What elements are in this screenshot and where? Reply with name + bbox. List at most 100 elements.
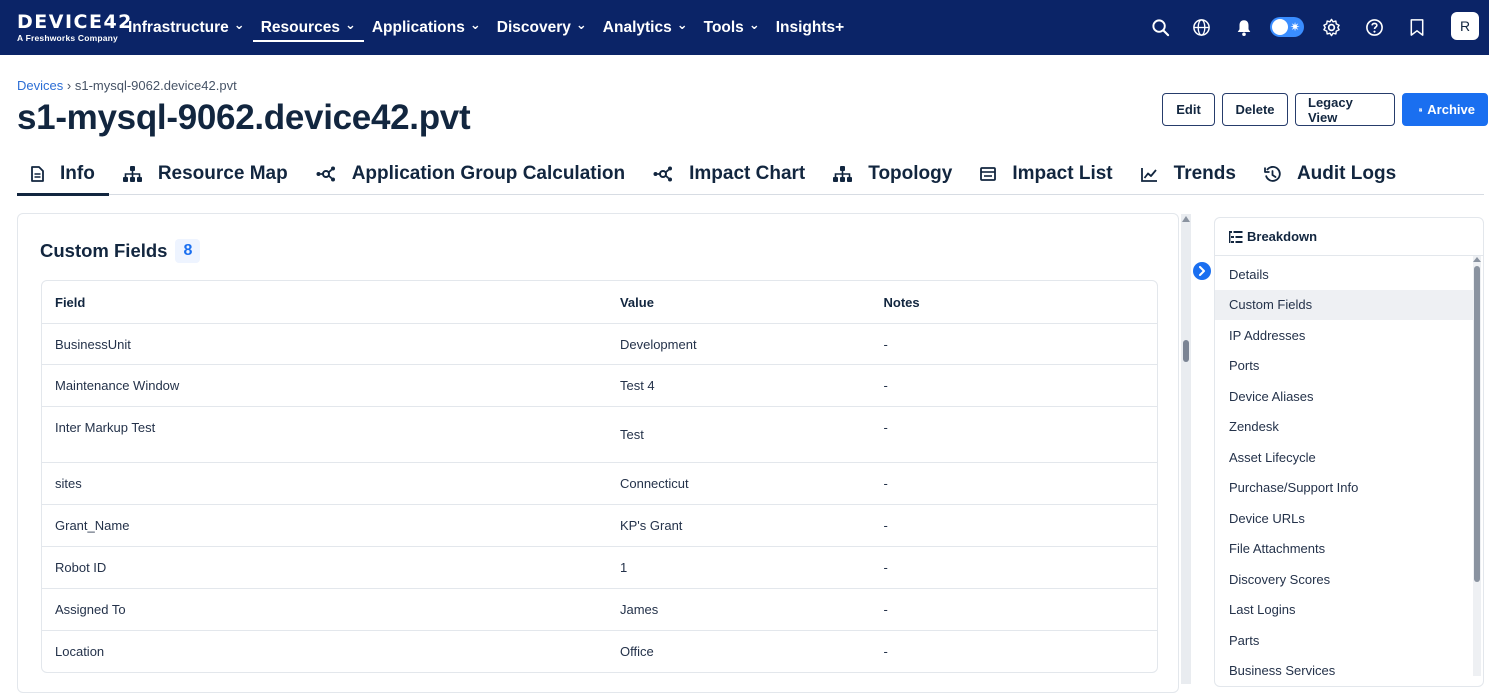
- tab-label: Topology: [868, 163, 952, 185]
- help-icon[interactable]: [1363, 16, 1385, 38]
- main-menu: Infrastructure⌄Resources⌄Applications⌄Di…: [120, 0, 852, 55]
- tab-label: Impact Chart: [689, 163, 805, 185]
- breakdown-item-purchase-support-info[interactable]: Purchase/Support Info: [1215, 473, 1473, 504]
- nav-item-analytics[interactable]: Analytics⌄: [595, 0, 696, 55]
- cell-field: Assigned To: [42, 589, 607, 630]
- count-badge: 8: [175, 239, 200, 263]
- column-header-notes[interactable]: Notes: [871, 295, 1157, 310]
- hierarchy-icon: [123, 166, 150, 182]
- device42-logo[interactable]: DEVICE42 A Freshworks Company: [17, 12, 133, 43]
- breakdown-item-file-attachments[interactable]: File Attachments: [1215, 534, 1473, 565]
- delete-button[interactable]: Delete: [1222, 93, 1288, 126]
- tab-resource-map[interactable]: Resource Map: [109, 153, 302, 195]
- panel-scroll-up-arrow[interactable]: [1473, 257, 1481, 262]
- table-row: Robot ID1-: [42, 546, 1157, 588]
- cell-notes: -: [871, 407, 1157, 462]
- nav-item-infrastructure[interactable]: Infrastructure⌄: [120, 0, 253, 55]
- scrollbar-thumb[interactable]: [1183, 340, 1189, 362]
- chevron-down-icon: ⌄: [749, 17, 760, 33]
- breakdown-item-last-logins[interactable]: Last Logins: [1215, 595, 1473, 626]
- tab-impact-chart[interactable]: Impact Chart: [639, 153, 819, 195]
- scroll-up-arrow[interactable]: [1182, 216, 1190, 222]
- bookmark-icon[interactable]: [1406, 16, 1428, 38]
- cell-field: Maintenance Window: [42, 365, 607, 406]
- breakdown-scrollbar-thumb[interactable]: [1474, 266, 1480, 582]
- nav-item-label: Tools: [704, 19, 744, 37]
- nav-item-resources[interactable]: Resources⌄: [253, 0, 364, 55]
- nav-item-tools[interactable]: Tools ⌄: [696, 0, 768, 55]
- breakdown-panel: Breakdown DetailsCustom FieldsIP Address…: [1214, 217, 1484, 687]
- table-row: sitesConnecticut-: [42, 462, 1157, 504]
- cell-notes: -: [871, 547, 1157, 588]
- bell-icon[interactable]: [1233, 16, 1255, 38]
- breakdown-item-ports[interactable]: Ports: [1215, 351, 1473, 382]
- tab-topology[interactable]: Topology: [819, 153, 966, 195]
- cell-value: Test: [607, 407, 871, 462]
- nav-item-applications[interactable]: Applications⌄: [364, 0, 489, 55]
- document-icon: [31, 166, 52, 182]
- table-row: BusinessUnitDevelopment-: [42, 323, 1157, 364]
- breakdown-icon: [1229, 231, 1243, 243]
- tab-impact-list[interactable]: Impact List: [966, 153, 1126, 195]
- cell-notes: -: [871, 365, 1157, 406]
- page-title: s1-mysql-9062.device42.pvt: [17, 98, 470, 138]
- cell-value: 1: [607, 547, 871, 588]
- tab-label: Resource Map: [158, 163, 288, 185]
- archive-label: Archive: [1427, 102, 1475, 117]
- top-nav: DEVICE42 A Freshworks Company Infrastruc…: [0, 0, 1489, 55]
- column-header-value[interactable]: Value: [607, 295, 871, 310]
- column-header-field[interactable]: Field: [42, 295, 607, 310]
- archive-button[interactable]: Archive: [1402, 93, 1488, 126]
- trend-icon: [1141, 167, 1166, 182]
- breakdown-item-business-services[interactable]: Business Services: [1215, 656, 1473, 687]
- breakdown-item-asset-lifecycle[interactable]: Asset Lifecycle: [1215, 442, 1473, 473]
- cell-notes: -: [871, 324, 1157, 364]
- tab-info[interactable]: Info: [17, 153, 109, 195]
- toggle-knob: [1272, 19, 1288, 35]
- network-icon: [316, 166, 344, 182]
- tab-trends[interactable]: Trends: [1127, 153, 1250, 195]
- breakdown-item-device-urls[interactable]: Device URLs: [1215, 503, 1473, 534]
- collapse-panel-button[interactable]: [1193, 262, 1211, 280]
- archive-icon: [1419, 104, 1422, 116]
- list-box-icon: [980, 167, 1004, 181]
- breakdown-item-custom-fields[interactable]: Custom Fields: [1215, 290, 1473, 321]
- tab-label: Info: [60, 163, 95, 185]
- cell-notes: -: [871, 463, 1157, 504]
- cell-field: Grant_Name: [42, 505, 607, 546]
- edit-button[interactable]: Edit: [1162, 93, 1215, 126]
- cell-notes: -: [871, 589, 1157, 630]
- search-icon[interactable]: [1149, 16, 1171, 38]
- breadcrumb-separator: ›: [67, 78, 71, 93]
- sun-icon: ✷: [1290, 19, 1300, 35]
- tab-label: Application Group Calculation: [352, 163, 625, 185]
- hierarchy-icon: [833, 166, 860, 182]
- breadcrumb-devices[interactable]: Devices: [17, 78, 63, 93]
- avatar[interactable]: R: [1451, 12, 1479, 40]
- cell-value: KP's Grant: [607, 505, 871, 546]
- theme-toggle[interactable]: ✷: [1270, 17, 1304, 37]
- legacy-view-button[interactable]: Legacy View: [1295, 93, 1395, 126]
- breakdown-scrollbar[interactable]: [1473, 256, 1481, 676]
- breakdown-item-details[interactable]: Details: [1215, 259, 1473, 290]
- table-header: Field Value Notes: [42, 281, 1157, 323]
- breakdown-item-device-aliases[interactable]: Device Aliases: [1215, 381, 1473, 412]
- tab-label: Trends: [1174, 163, 1236, 185]
- globe-icon[interactable]: [1190, 16, 1212, 38]
- chevron-down-icon: ⌄: [234, 17, 245, 33]
- nav-item-discovery[interactable]: Discovery⌄: [489, 0, 595, 55]
- breakdown-item-zendesk[interactable]: Zendesk: [1215, 412, 1473, 443]
- tab-application-group-calculation[interactable]: Application Group Calculation: [302, 153, 639, 195]
- tab-label: Impact List: [1012, 163, 1112, 185]
- breakdown-item-ip-addresses[interactable]: IP Addresses: [1215, 320, 1473, 351]
- main-scrollbar[interactable]: [1181, 214, 1191, 684]
- network-icon: [653, 166, 681, 182]
- brand-name: DEVICE42: [17, 12, 133, 32]
- breakdown-item-discovery-scores[interactable]: Discovery Scores: [1215, 564, 1473, 595]
- tab-audit-logs[interactable]: Audit Logs: [1250, 153, 1410, 195]
- nav-item-insights-[interactable]: Insights+: [768, 0, 852, 55]
- cell-field: Location: [42, 631, 607, 672]
- gear-icon[interactable]: [1320, 16, 1342, 38]
- custom-fields-title: Custom Fields: [40, 240, 167, 262]
- breakdown-item-parts[interactable]: Parts: [1215, 625, 1473, 656]
